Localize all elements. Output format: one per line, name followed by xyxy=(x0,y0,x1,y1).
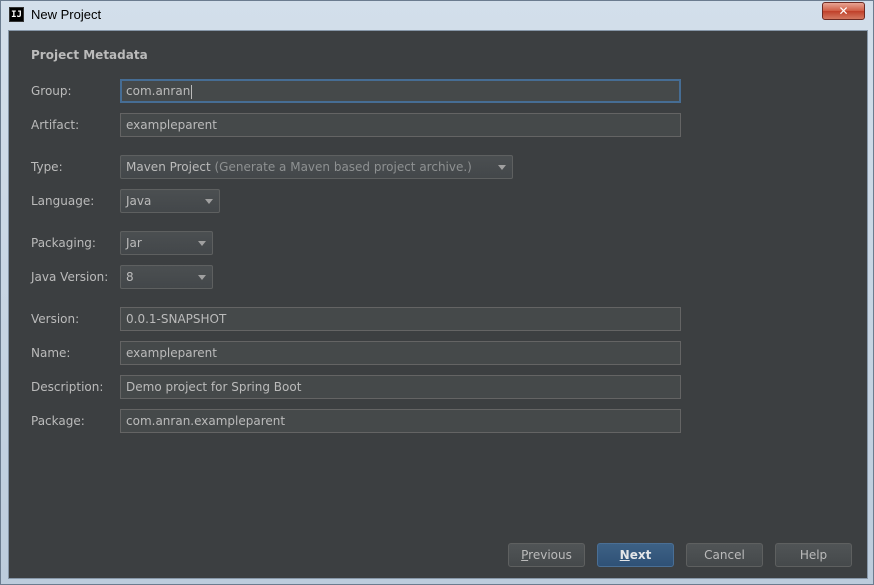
close-button[interactable]: ✕ xyxy=(822,2,865,20)
packaging-dropdown[interactable]: Jar xyxy=(120,231,213,255)
help-button[interactable]: Help xyxy=(775,543,852,567)
description-label: Description: xyxy=(31,380,104,394)
type-dropdown[interactable]: Maven Project (Generate a Maven based pr… xyxy=(120,155,513,179)
language-value: Java xyxy=(126,194,152,208)
package-label: Package: xyxy=(31,414,85,428)
java-version-value: 8 xyxy=(126,270,134,284)
section-title: Project Metadata xyxy=(31,48,148,62)
type-hint: (Generate a Maven based project archive.… xyxy=(214,160,472,174)
type-value: Maven Project xyxy=(126,160,211,174)
previous-label: revious xyxy=(528,548,572,562)
version-input[interactable]: 0.0.1-SNAPSHOT xyxy=(120,307,681,331)
text-caret xyxy=(191,84,193,99)
group-value: com.anran xyxy=(126,84,191,98)
close-icon: ✕ xyxy=(838,4,849,18)
dropdown-arrow-icon xyxy=(205,199,213,204)
dropdown-arrow-icon xyxy=(198,241,206,246)
dropdown-arrow-icon xyxy=(198,275,206,280)
version-label: Version: xyxy=(31,312,80,326)
cancel-button[interactable]: Cancel xyxy=(686,543,763,567)
name-input[interactable]: exampleparent xyxy=(120,341,681,365)
package-input[interactable]: com.anran.exampleparent xyxy=(120,409,681,433)
artifact-label: Artifact: xyxy=(31,118,80,132)
new-project-dialog: IJ New Project ✕ Project Metadata Group:… xyxy=(0,0,874,585)
java-version-dropdown[interactable]: 8 xyxy=(120,265,213,289)
java-version-label: Java Version: xyxy=(31,270,109,284)
name-label: Name: xyxy=(31,346,71,360)
packaging-value: Jar xyxy=(126,236,142,250)
artifact-input[interactable]: exampleparent xyxy=(120,113,681,137)
packaging-label: Packaging: xyxy=(31,236,96,250)
type-label: Type: xyxy=(31,160,63,174)
language-label: Language: xyxy=(31,194,95,208)
window-title: New Project xyxy=(31,7,102,22)
group-input[interactable]: com.anran xyxy=(120,79,681,103)
previous-button[interactable]: Previous xyxy=(508,543,585,567)
next-mnemonic: N xyxy=(619,548,630,562)
language-dropdown[interactable]: Java xyxy=(120,189,220,213)
next-label: ext xyxy=(629,548,652,562)
next-button[interactable]: Next xyxy=(597,543,674,567)
intellij-app-icon: IJ xyxy=(9,7,24,22)
dropdown-arrow-icon xyxy=(498,165,506,170)
project-metadata-panel: Project Metadata Group: com.anran Artifa… xyxy=(8,30,868,579)
title-bar[interactable]: IJ New Project ✕ xyxy=(1,1,873,29)
group-label: Group: xyxy=(31,84,72,98)
description-input[interactable]: Demo project for Spring Boot xyxy=(120,375,681,399)
